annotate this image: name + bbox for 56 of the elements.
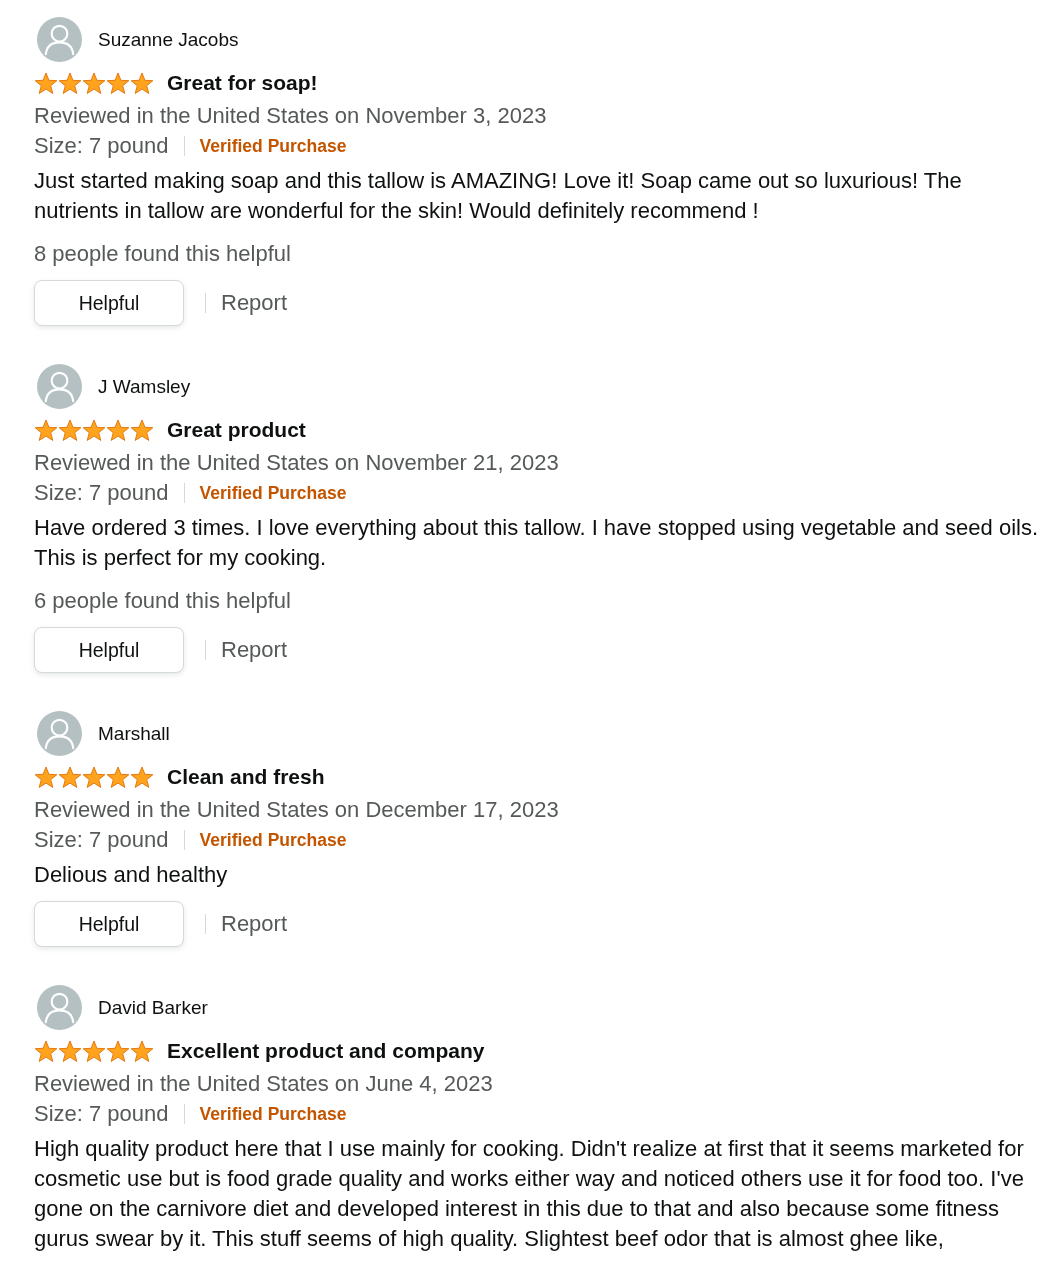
reviewer-name: Suzanne Jacobs xyxy=(98,28,239,51)
review-text: Just started making soap and this tallow is AMAZING! Love it! Soap came out so luxurious! The nutrients in tallow are wonderful for the skin! Would definitely recommend ! xyxy=(34,167,963,225)
star-icon xyxy=(106,765,130,789)
star-icon xyxy=(106,1039,130,1063)
star-icon xyxy=(34,1039,58,1063)
reviewer-name: Marshall xyxy=(98,722,170,745)
helpful-button[interactable]: Helpful xyxy=(34,901,184,947)
reviewer-name: J Wamsley xyxy=(98,375,191,398)
helpful-button[interactable]: Helpful xyxy=(34,280,184,326)
report-link[interactable]: Report xyxy=(221,911,288,937)
star-icon xyxy=(82,765,106,789)
helpful-button[interactable]: Helpful xyxy=(34,627,184,673)
size-option: Size: 7 pound xyxy=(34,480,169,506)
review-text: High quality product here that I use mainly for cooking. Didn't realize at first that it seems marketed for cosmetic use but is food grade quality and works either way and noticed others use it for food too. I've gone on the carnivore diet and developed interest in this due to that and also because some fitness gurus swear by it. This stuff seems of high quality. Slightest beef odor that is almost ghee like, xyxy=(34,1135,1025,1253)
verified-purchase-label: Verified Purchase xyxy=(199,135,347,157)
star-icon xyxy=(34,765,58,789)
helpful-count: 8 people found this helpful xyxy=(34,240,292,268)
star-icon xyxy=(82,71,106,95)
verified-purchase-label: Verified Purchase xyxy=(199,482,347,504)
avatar-icon xyxy=(37,985,82,1030)
star-icon xyxy=(130,1039,154,1063)
review-title[interactable]: Great product xyxy=(167,418,306,442)
review-title[interactable]: Excellent product and company xyxy=(167,1039,485,1063)
size-option: Size: 7 pound xyxy=(34,1101,169,1127)
review-text: Delious and healthy xyxy=(34,861,229,889)
star-icon xyxy=(34,71,58,95)
size-option: Size: 7 pound xyxy=(34,133,169,159)
star-icon xyxy=(130,418,154,442)
star-icon xyxy=(82,418,106,442)
star-icon xyxy=(82,1039,106,1063)
size-option: Size: 7 pound xyxy=(34,827,169,853)
review-date: Reviewed in the United States on November 3, 2023 xyxy=(34,102,548,130)
star-icon xyxy=(58,1039,82,1063)
star-icon xyxy=(58,71,82,95)
verified-purchase-label: Verified Purchase xyxy=(199,829,347,851)
review-date: Reviewed in the United States on November 21, 2023 xyxy=(34,449,560,477)
helpful-count: 6 people found this helpful xyxy=(34,587,292,615)
star-icon xyxy=(58,765,82,789)
star-icon xyxy=(106,71,130,95)
avatar-icon xyxy=(37,711,82,756)
review-date: Reviewed in the United States on June 4, 2023 xyxy=(34,1070,494,1098)
report-link[interactable]: Report xyxy=(221,290,288,316)
review-title[interactable]: Great for soap! xyxy=(167,71,318,95)
star-icon xyxy=(58,418,82,442)
review-date: Reviewed in the United States on December 17, 2023 xyxy=(34,796,560,824)
review-text: Have ordered 3 times. I love everything about this tallow. I have stopped using vegetable and seed oils. This is perfect for my cooking. xyxy=(34,514,1040,572)
avatar-icon xyxy=(37,17,82,62)
verified-purchase-label: Verified Purchase xyxy=(199,1103,347,1125)
star-icon xyxy=(106,418,130,442)
report-link[interactable]: Report xyxy=(221,637,288,663)
star-icon xyxy=(34,418,58,442)
star-icon xyxy=(130,71,154,95)
star-icon xyxy=(130,765,154,789)
reviewer-name: David Barker xyxy=(98,996,208,1019)
avatar-icon xyxy=(37,364,82,409)
review-title[interactable]: Clean and fresh xyxy=(167,765,325,789)
